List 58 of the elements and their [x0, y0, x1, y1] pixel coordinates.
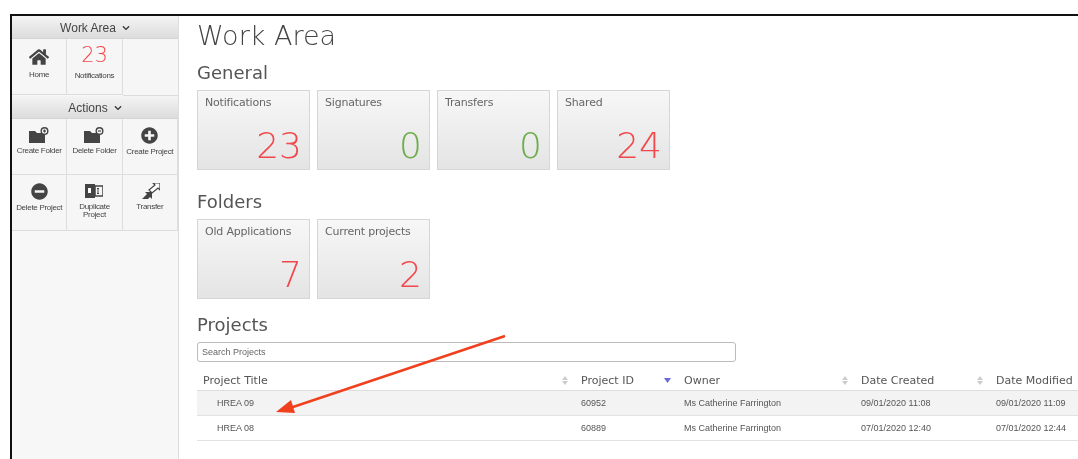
tile-count: 23: [256, 128, 302, 164]
sidebar-tile[interactable]: Delete Folder: [67, 119, 123, 175]
stat-tile[interactable]: Old Applications 7: [197, 219, 310, 299]
folder-minus-icon: [84, 127, 105, 143]
section-heading: Projects: [197, 314, 269, 337]
table-cell: 07/01/2020 12:40: [861, 423, 932, 433]
tile-label: Old Applications: [205, 225, 293, 238]
tile-count: 0: [399, 128, 422, 164]
table-cell: HREA 08: [217, 423, 255, 433]
sidebar-tile[interactable]: Duplicate Project: [67, 175, 123, 231]
search-field[interactable]: Search Projects: [197, 342, 736, 362]
stat-tile[interactable]: Current projects 2: [317, 219, 430, 299]
table-cell: 60889: [581, 423, 607, 433]
sidebar-tile[interactable]: Create Project: [122, 119, 178, 175]
tile-label: Shared: [565, 96, 604, 109]
table-cell: 09/01/2020 11:08: [861, 398, 931, 408]
stat-tile[interactable]: Shared 24: [557, 90, 670, 170]
sidebar-tile[interactable]: 23 Notifications: [67, 39, 123, 95]
tile-label: Signatures: [325, 96, 383, 109]
section-heading: General: [197, 62, 269, 85]
tile-label: Delete Folder: [72, 147, 117, 156]
sidebar-tile[interactable]: Delete Project: [12, 175, 68, 231]
duplicate-icon: [85, 183, 104, 199]
sidebar-tile[interactable]: Home: [12, 39, 68, 95]
table-cell: HREA 09: [217, 398, 255, 408]
tile-label: Home: [29, 71, 50, 80]
tile-label: Duplicate Project: [78, 203, 111, 220]
folder-plus-icon: [29, 127, 50, 143]
tile-count: 2: [399, 257, 422, 293]
table-cell: Ms Catherine Farrington: [684, 423, 782, 433]
sidebar-tile[interactable]: Create Folder: [12, 119, 68, 175]
tile-label: Create Folder: [16, 147, 62, 156]
table-cell: 60952: [581, 398, 607, 408]
section-title: Work Area: [60, 21, 116, 35]
tile-count: 24: [616, 128, 662, 164]
tile-count: 0: [519, 128, 542, 164]
tile-label: Notifications: [205, 96, 273, 109]
tile-label: Transfers: [445, 96, 495, 109]
stat-tile[interactable]: Transfers 0: [437, 90, 550, 170]
stat-tile[interactable]: Notifications 23: [197, 90, 310, 170]
notification-count: 23: [81, 45, 108, 66]
home-icon: [29, 47, 50, 67]
section-header[interactable]: Work Area: [12, 16, 178, 39]
tile-label: Notifications: [74, 72, 115, 81]
table-cell: 09/01/2020 11:09: [996, 398, 1066, 408]
page-title: Work Area: [197, 20, 338, 53]
section-heading: Folders: [197, 191, 263, 214]
tile-label: Delete Project: [16, 204, 63, 213]
table-cell: 07/01/2020 12:44: [996, 423, 1067, 433]
table-cell: Ms Catherine Farrington: [684, 398, 782, 408]
tile-count: 7: [279, 257, 302, 293]
tile-label: Current projects: [325, 225, 412, 238]
section-title: Actions: [68, 101, 108, 115]
sidebar-tile[interactable]: Transfer: [122, 175, 178, 231]
tile-label: Create Project: [126, 148, 174, 157]
stat-tile[interactable]: Signatures 0: [317, 90, 430, 170]
section-header[interactable]: Actions: [12, 96, 178, 119]
tile-label: Transfer: [136, 203, 164, 212]
